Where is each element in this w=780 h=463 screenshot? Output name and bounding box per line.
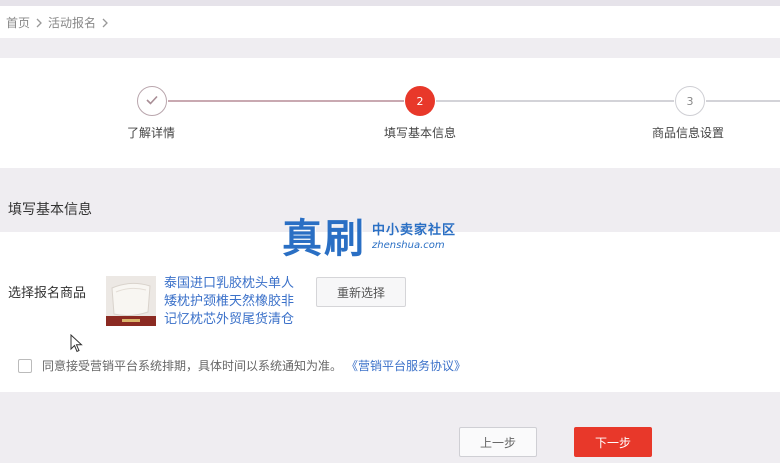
product-field-label: 选择报名商品 xyxy=(8,286,87,301)
product-thumbnail[interactable] xyxy=(106,276,156,326)
reselect-button[interactable]: 重新选择 xyxy=(316,277,406,307)
chevron-right-icon xyxy=(96,15,114,29)
product-title-link[interactable]: 泰国进口乳胶枕头单人矮枕护颈椎天然橡胶非记忆枕芯外贸尾货清仓 xyxy=(164,275,304,329)
mouse-cursor-icon xyxy=(70,333,84,358)
step-2-label: 填写基本信息 xyxy=(384,126,457,140)
checkmark-icon xyxy=(145,94,159,109)
agreement-row: 同意接受营销平台系统排期，具体时间以系统通知为准。 《营销平台服务协议》 xyxy=(18,357,466,374)
footer-bar xyxy=(0,393,780,463)
section-title: 填写基本信息 xyxy=(8,202,92,218)
agree-checkbox[interactable] xyxy=(18,358,32,373)
previous-step-button[interactable]: 上一步 xyxy=(459,427,537,457)
agreement-text: 同意接受营销平台系统排期，具体时间以系统通知为准。 xyxy=(42,359,343,373)
steps-card xyxy=(0,58,780,168)
chevron-right-icon xyxy=(30,15,48,29)
step-line-1 xyxy=(168,100,404,102)
step-1-circle xyxy=(137,86,167,116)
step-1-label: 了解详情 xyxy=(127,126,176,140)
step-line-2 xyxy=(436,100,674,102)
next-step-button[interactable]: 下一步 xyxy=(574,427,652,457)
step-3-label: 商品信息设置 xyxy=(652,126,725,140)
step-line-3 xyxy=(706,100,780,102)
service-agreement-link[interactable]: 《营销平台服务协议》 xyxy=(346,357,466,374)
step-2-circle: 2 xyxy=(405,86,435,116)
step-3-circle: 3 xyxy=(675,86,705,116)
breadcrumb-home[interactable]: 首页 xyxy=(0,14,30,31)
breadcrumb-activity-signup[interactable]: 活动报名 xyxy=(48,14,96,31)
breadcrumb: 首页 活动报名 xyxy=(0,6,780,38)
